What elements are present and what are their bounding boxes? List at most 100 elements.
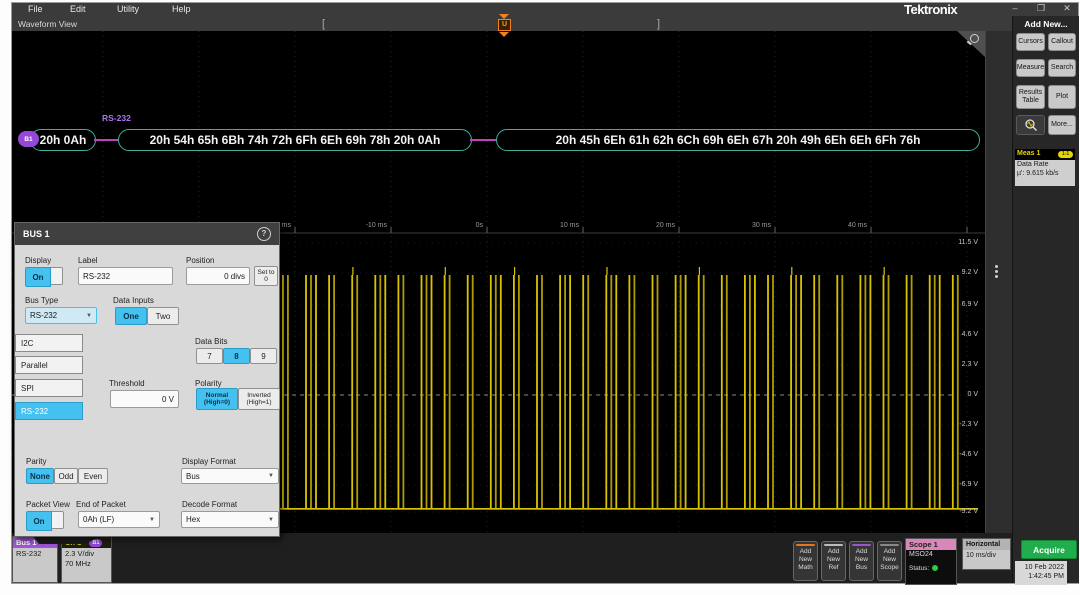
voltage-label: -9.2 V bbox=[940, 508, 978, 515]
data-bits-8-button[interactable]: 8 bbox=[223, 348, 250, 364]
voltage-label: 11.5 V bbox=[940, 239, 978, 246]
data-inputs-two-button[interactable]: Two bbox=[147, 307, 179, 325]
polarity-inverted-button[interactable]: Inverted (High=1) bbox=[238, 388, 280, 410]
screenshot-stage: File Edit Utility Help Tektronix – ❐ ✕ W… bbox=[0, 0, 1080, 595]
data-bits-label: Data Bits bbox=[195, 337, 227, 346]
close-icon[interactable]: ✕ bbox=[1059, 3, 1075, 14]
help-icon[interactable]: ? bbox=[257, 227, 271, 241]
label-line: New bbox=[794, 556, 817, 564]
tab-waveform-view[interactable]: Waveform View bbox=[18, 19, 77, 29]
bus-source-badge: B1 bbox=[18, 131, 39, 147]
math-color-line bbox=[796, 544, 815, 546]
bus-packet: 20h 54h 65h 6Bh 74h 72h 6Fh 6Eh 69h 78h … bbox=[118, 129, 472, 151]
chevron-down-icon: ▼ bbox=[149, 517, 155, 523]
more-button[interactable]: More... bbox=[1048, 115, 1076, 135]
label-field[interactable]: RS-232 bbox=[78, 267, 173, 285]
add-plot-button[interactable]: Plot bbox=[1048, 85, 1076, 109]
dialog-title-bar[interactable]: BUS 1 ? bbox=[15, 223, 279, 245]
horizontal-badge[interactable]: Horizontal 10 ms/div bbox=[962, 538, 1011, 570]
parity-even-button[interactable]: Even bbox=[78, 468, 108, 484]
label-line: New bbox=[878, 556, 901, 564]
dialog-title: BUS 1 bbox=[15, 229, 50, 239]
meas1-badge[interactable]: Meas 1 1-1 Data Rate µ': 9.615 kb/s bbox=[1015, 149, 1075, 186]
status-ok-dot bbox=[932, 565, 938, 571]
threshold-field[interactable]: 0 V bbox=[110, 390, 179, 408]
chevron-down-icon: ▼ bbox=[268, 473, 274, 479]
data-bits-7-button[interactable]: 7 bbox=[196, 348, 223, 364]
bus-type-option-i2c[interactable]: I2C bbox=[15, 334, 83, 352]
add-results-table-button[interactable]: Results Table bbox=[1016, 85, 1045, 109]
display-toggle[interactable]: On bbox=[25, 267, 63, 287]
time-label: 20 ms bbox=[637, 222, 675, 229]
add-new-bus-button[interactable]: Add New Bus bbox=[849, 541, 874, 581]
time-label: 40 ms bbox=[829, 222, 867, 229]
packet-view-toggle[interactable]: On bbox=[26, 511, 64, 531]
menu-utility[interactable]: Utility bbox=[117, 4, 139, 14]
minimize-icon[interactable]: – bbox=[1007, 3, 1023, 13]
scope1-model: MSO24 bbox=[906, 550, 956, 559]
ch1-badge-body: 2.3 V/div 70 MHz bbox=[62, 548, 111, 583]
end-of-packet-dropdown[interactable]: 0Ah (LF) ▼ bbox=[78, 511, 160, 528]
data-inputs-label: Data Inputs bbox=[113, 296, 154, 305]
parity-none-button[interactable]: None bbox=[26, 468, 54, 484]
parity-odd-button[interactable]: Odd bbox=[54, 468, 78, 484]
label-line: Add bbox=[850, 548, 873, 556]
bus-type-option-rs232[interactable]: RS-232 bbox=[15, 402, 83, 420]
bus-type-dropdown[interactable]: RS-232 ▼ bbox=[25, 307, 97, 324]
meas1-tag: 1-1 bbox=[1058, 151, 1073, 158]
eop-value: 0Ah (LF) bbox=[83, 515, 114, 524]
parity-label: Parity bbox=[26, 457, 46, 466]
display-format-value: Bus bbox=[186, 472, 200, 481]
menu-help[interactable]: Help bbox=[172, 4, 191, 14]
polarity-normal-button[interactable]: Normal (High=0) bbox=[196, 388, 238, 410]
decode-format-label: Decode Format bbox=[182, 500, 237, 509]
label-line: Bus bbox=[850, 564, 873, 572]
meas1-body: Data Rate µ': 9.615 kb/s bbox=[1015, 160, 1075, 186]
decode-format-dropdown[interactable]: Hex ▼ bbox=[181, 511, 279, 528]
bus-connector bbox=[470, 139, 496, 141]
meas1-name: Data Rate bbox=[1017, 161, 1073, 170]
search-zoom-button[interactable] bbox=[1016, 115, 1045, 135]
position-field[interactable]: 0 divs bbox=[186, 267, 250, 285]
polarity-label: Polarity bbox=[195, 379, 222, 388]
restore-icon[interactable]: ❐ bbox=[1033, 3, 1049, 14]
data-inputs-one-button[interactable]: One bbox=[115, 307, 147, 325]
display-label: Display bbox=[25, 256, 51, 265]
add-callout-button[interactable]: Callout bbox=[1048, 33, 1076, 51]
add-new-ref-button[interactable]: Add New Ref bbox=[821, 541, 846, 581]
add-new-scope-button[interactable]: Add New Scope bbox=[877, 541, 902, 581]
results-bar-divider bbox=[985, 31, 1013, 533]
voltage-label: 2.3 V bbox=[940, 361, 978, 368]
toggle-knob bbox=[52, 511, 64, 529]
add-search-button[interactable]: Search bbox=[1048, 59, 1076, 77]
acquire-button[interactable]: Acquire bbox=[1021, 540, 1077, 559]
trigger-marker[interactable]: U bbox=[498, 14, 511, 37]
bus-packet: 20h 0Ah bbox=[30, 129, 96, 151]
bus-type-option-spi[interactable]: SPI bbox=[15, 379, 83, 397]
voltage-label: -4.6 V bbox=[940, 451, 978, 458]
drag-handle[interactable] bbox=[995, 263, 998, 280]
chevron-down-icon: ▼ bbox=[86, 313, 92, 319]
scope-app-window: File Edit Utility Help Tektronix – ❐ ✕ W… bbox=[12, 3, 1078, 583]
time-label: 0s bbox=[445, 222, 483, 229]
add-new-math-button[interactable]: Add New Math bbox=[793, 541, 818, 581]
display-format-dropdown[interactable]: Bus ▼ bbox=[181, 468, 279, 484]
end-of-packet-label: End of Packet bbox=[76, 500, 126, 509]
scope1-badge[interactable]: Scope 1 MSO24 Status: bbox=[905, 538, 957, 585]
add-cursors-button[interactable]: Cursors bbox=[1016, 33, 1045, 51]
date-text: 10 Feb 2022 bbox=[1018, 563, 1064, 572]
data-bits-9-button[interactable]: 9 bbox=[250, 348, 277, 364]
scope-color-line bbox=[880, 544, 899, 546]
datetime-display: 10 Feb 2022 1:42:45 PM bbox=[1015, 561, 1067, 585]
decode-format-value: Hex bbox=[186, 515, 200, 524]
menu-edit[interactable]: Edit bbox=[70, 4, 86, 14]
position-label: Position bbox=[186, 256, 214, 265]
search-wave-icon bbox=[1024, 118, 1038, 132]
bus-type-option-parallel[interactable]: Parallel bbox=[15, 356, 83, 374]
menu-file[interactable]: File bbox=[28, 4, 43, 14]
bus-type-label: Bus Type bbox=[25, 296, 58, 305]
add-measure-button[interactable]: Measure bbox=[1016, 59, 1045, 77]
scope1-status-label: Status: bbox=[909, 565, 929, 572]
set-to-zero-button[interactable]: Set to 0 bbox=[254, 266, 278, 286]
voltage-label: 6.9 V bbox=[940, 301, 978, 308]
